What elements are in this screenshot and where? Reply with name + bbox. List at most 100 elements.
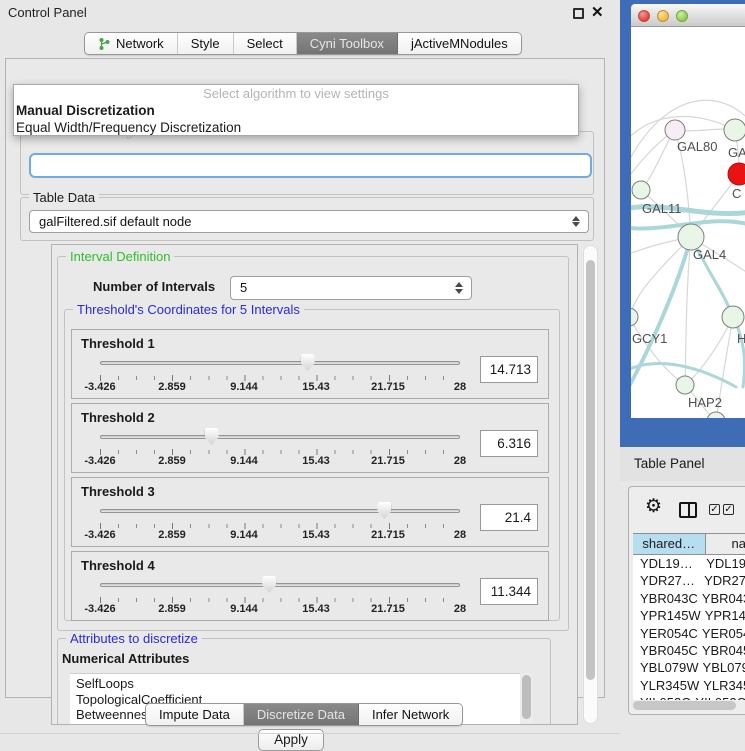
node-label: HAP2 bbox=[688, 395, 722, 410]
list-scrollbar[interactable] bbox=[520, 673, 533, 725]
top-tab-bar: NetworkStyleSelect Cyni Toolbox jActiveMNo… bbox=[84, 32, 522, 55]
slider-track[interactable] bbox=[100, 509, 460, 513]
network-node[interactable] bbox=[728, 163, 745, 185]
gear-icon[interactable]: ⚙ bbox=[645, 495, 662, 518]
num-intervals-value: 5 bbox=[240, 280, 247, 295]
threshold-value-field[interactable]: 6.316 bbox=[480, 430, 538, 457]
tick-label: 28 bbox=[454, 529, 466, 541]
table-row[interactable]: YDL19…YDL19 bbox=[633, 555, 745, 572]
threshold-slider[interactable] bbox=[100, 501, 460, 521]
settings-scrollbar[interactable] bbox=[583, 245, 598, 724]
table-row[interactable]: YER054CYER054C bbox=[633, 625, 745, 642]
bottom-tab-discretize-data[interactable]: Discretize Data bbox=[244, 704, 359, 725]
stepper-icon bbox=[571, 211, 581, 232]
table-row[interactable]: YBR045CYBR045C bbox=[633, 642, 745, 659]
slider-track[interactable] bbox=[100, 583, 460, 587]
table-row[interactable]: YBL079WYBL079W bbox=[633, 659, 745, 676]
slider-thumb[interactable] bbox=[262, 576, 276, 593]
threshold-slider[interactable] bbox=[100, 575, 460, 595]
tick-label: 21.715 bbox=[371, 381, 405, 393]
tick-label: -3.426 bbox=[84, 381, 115, 393]
tick-label: -3.426 bbox=[84, 455, 115, 467]
checkbox-icon[interactable]: ✓ bbox=[709, 504, 720, 515]
checkbox-icon[interactable]: ✓ bbox=[723, 504, 734, 515]
table-row[interactable]: YDR27…YDR27 bbox=[633, 572, 745, 589]
column-header-name[interactable]: na bbox=[706, 534, 745, 554]
network-node[interactable] bbox=[665, 120, 685, 140]
algorithm-settings-panel: Interval Definition Number of Intervals … bbox=[51, 244, 578, 725]
table-row[interactable]: YBR043CYBR043C bbox=[633, 590, 745, 607]
cyni-toolbox-panel: Discretization Algorithm Table Data galF… bbox=[5, 58, 605, 698]
table-row[interactable]: YLR345WYLR345W bbox=[633, 677, 745, 694]
slider-tick-labels: -3.4262.8599.14415.4321.71528 bbox=[100, 455, 460, 468]
algorithm-hint-option[interactable]: Select algorithm to view settings bbox=[14, 85, 578, 102]
network-node[interactable] bbox=[676, 376, 694, 394]
network-node[interactable] bbox=[724, 119, 745, 141]
num-intervals-combo[interactable]: 5 bbox=[230, 276, 472, 300]
cell-shared-name: YBR045C bbox=[633, 642, 698, 659]
group-title: Threshold's Coordinates for 5 Intervals bbox=[73, 302, 304, 317]
slider-tick-labels: -3.4262.8599.14415.4321.71528 bbox=[100, 381, 460, 394]
bottom-tab-infer-network[interactable]: Infer Network bbox=[359, 704, 462, 725]
close-traffic-light-icon[interactable] bbox=[638, 10, 650, 22]
group-title: Interval Definition bbox=[66, 249, 174, 264]
tick-label: 9.144 bbox=[230, 455, 258, 467]
threshold-label: Threshold 2 bbox=[81, 410, 155, 425]
table-data-combo[interactable]: galFiltered.sif default node bbox=[29, 210, 589, 233]
network-node[interactable] bbox=[632, 181, 650, 199]
tick-label: 28 bbox=[454, 603, 466, 615]
table-row[interactable]: YPR145WYPR145W bbox=[633, 607, 745, 624]
threshold-slider[interactable] bbox=[100, 427, 460, 447]
table-horizontal-scrollbar[interactable] bbox=[632, 701, 742, 711]
slider-track[interactable] bbox=[100, 435, 460, 439]
threshold-value-field[interactable]: 21.4 bbox=[480, 504, 538, 531]
close-icon[interactable]: ✕ bbox=[591, 3, 604, 21]
node-label: GAL4 bbox=[693, 247, 726, 262]
discretization-algorithm-group: Discretization Algorithm bbox=[20, 131, 594, 195]
tick-label: 28 bbox=[454, 455, 466, 467]
bottom-tab-impute-data[interactable]: Impute Data bbox=[146, 704, 244, 725]
threshold-value-field[interactable]: 11.344 bbox=[480, 578, 538, 605]
slider-thumb[interactable] bbox=[205, 428, 219, 445]
network-node[interactable] bbox=[707, 412, 725, 418]
table-data-group: Table Data galFiltered.sif default node bbox=[20, 197, 594, 241]
table-body: YDL19…YDL19YDR27…YDR27YBR043CYBR043CYPR1… bbox=[633, 555, 745, 700]
table-row[interactable]: YIL052CYIL052C bbox=[633, 694, 745, 700]
threshold-value-field[interactable]: 14.713 bbox=[480, 356, 538, 383]
slider-thumb[interactable] bbox=[377, 502, 391, 519]
tab-network[interactable]: Network bbox=[85, 33, 178, 54]
tick-label: 2.859 bbox=[158, 529, 186, 541]
network-window-titlebar bbox=[631, 4, 745, 27]
bottom-tab-label: Infer Network bbox=[372, 704, 449, 725]
tab-jactivemnodules[interactable]: jActiveMNodules bbox=[398, 33, 521, 54]
threshold-slider[interactable] bbox=[100, 353, 460, 373]
algorithm-option-1[interactable]: Manual Discretization bbox=[14, 102, 578, 119]
tab-cyni-toolbox[interactable]: Cyni Toolbox bbox=[297, 33, 398, 54]
group-title: Table Data bbox=[29, 190, 99, 205]
tab-style[interactable]: Style bbox=[178, 33, 234, 54]
tab-select[interactable]: Select bbox=[234, 33, 297, 54]
network-node[interactable] bbox=[631, 308, 638, 326]
slider-thumb[interactable] bbox=[301, 354, 315, 371]
slider-tick-labels: -3.4262.8599.14415.4321.71528 bbox=[100, 603, 460, 616]
network-canvas[interactable]: GAL80GACGAL11GAL4GCY1HHAP2 bbox=[631, 27, 745, 418]
column-header-shared-name[interactable]: shared… bbox=[633, 534, 706, 554]
float-window-icon[interactable] bbox=[573, 8, 584, 19]
zoom-traffic-light-icon[interactable] bbox=[676, 10, 688, 22]
tick-label: 2.859 bbox=[158, 603, 186, 615]
table-header-row: shared… na bbox=[633, 533, 745, 555]
panel-title: Control Panel bbox=[8, 5, 87, 20]
tab-label: Cyni Toolbox bbox=[310, 33, 384, 54]
tick-label: 28 bbox=[454, 381, 466, 393]
slider-track[interactable] bbox=[100, 361, 460, 365]
tick-label: 21.715 bbox=[371, 455, 405, 467]
tick-label: 9.144 bbox=[230, 603, 258, 615]
network-node[interactable] bbox=[722, 306, 744, 328]
cell-shared-name: YIL052C bbox=[633, 694, 691, 700]
node-label: GA bbox=[728, 145, 745, 160]
algorithm-option-2[interactable]: Equal Width/Frequency Discretization bbox=[14, 119, 578, 136]
attribute-item[interactable]: SelfLoops bbox=[70, 676, 520, 692]
algorithm-combo[interactable] bbox=[29, 153, 592, 178]
minimize-traffic-light-icon[interactable] bbox=[657, 10, 669, 22]
column-layout-icon[interactable] bbox=[679, 502, 697, 518]
